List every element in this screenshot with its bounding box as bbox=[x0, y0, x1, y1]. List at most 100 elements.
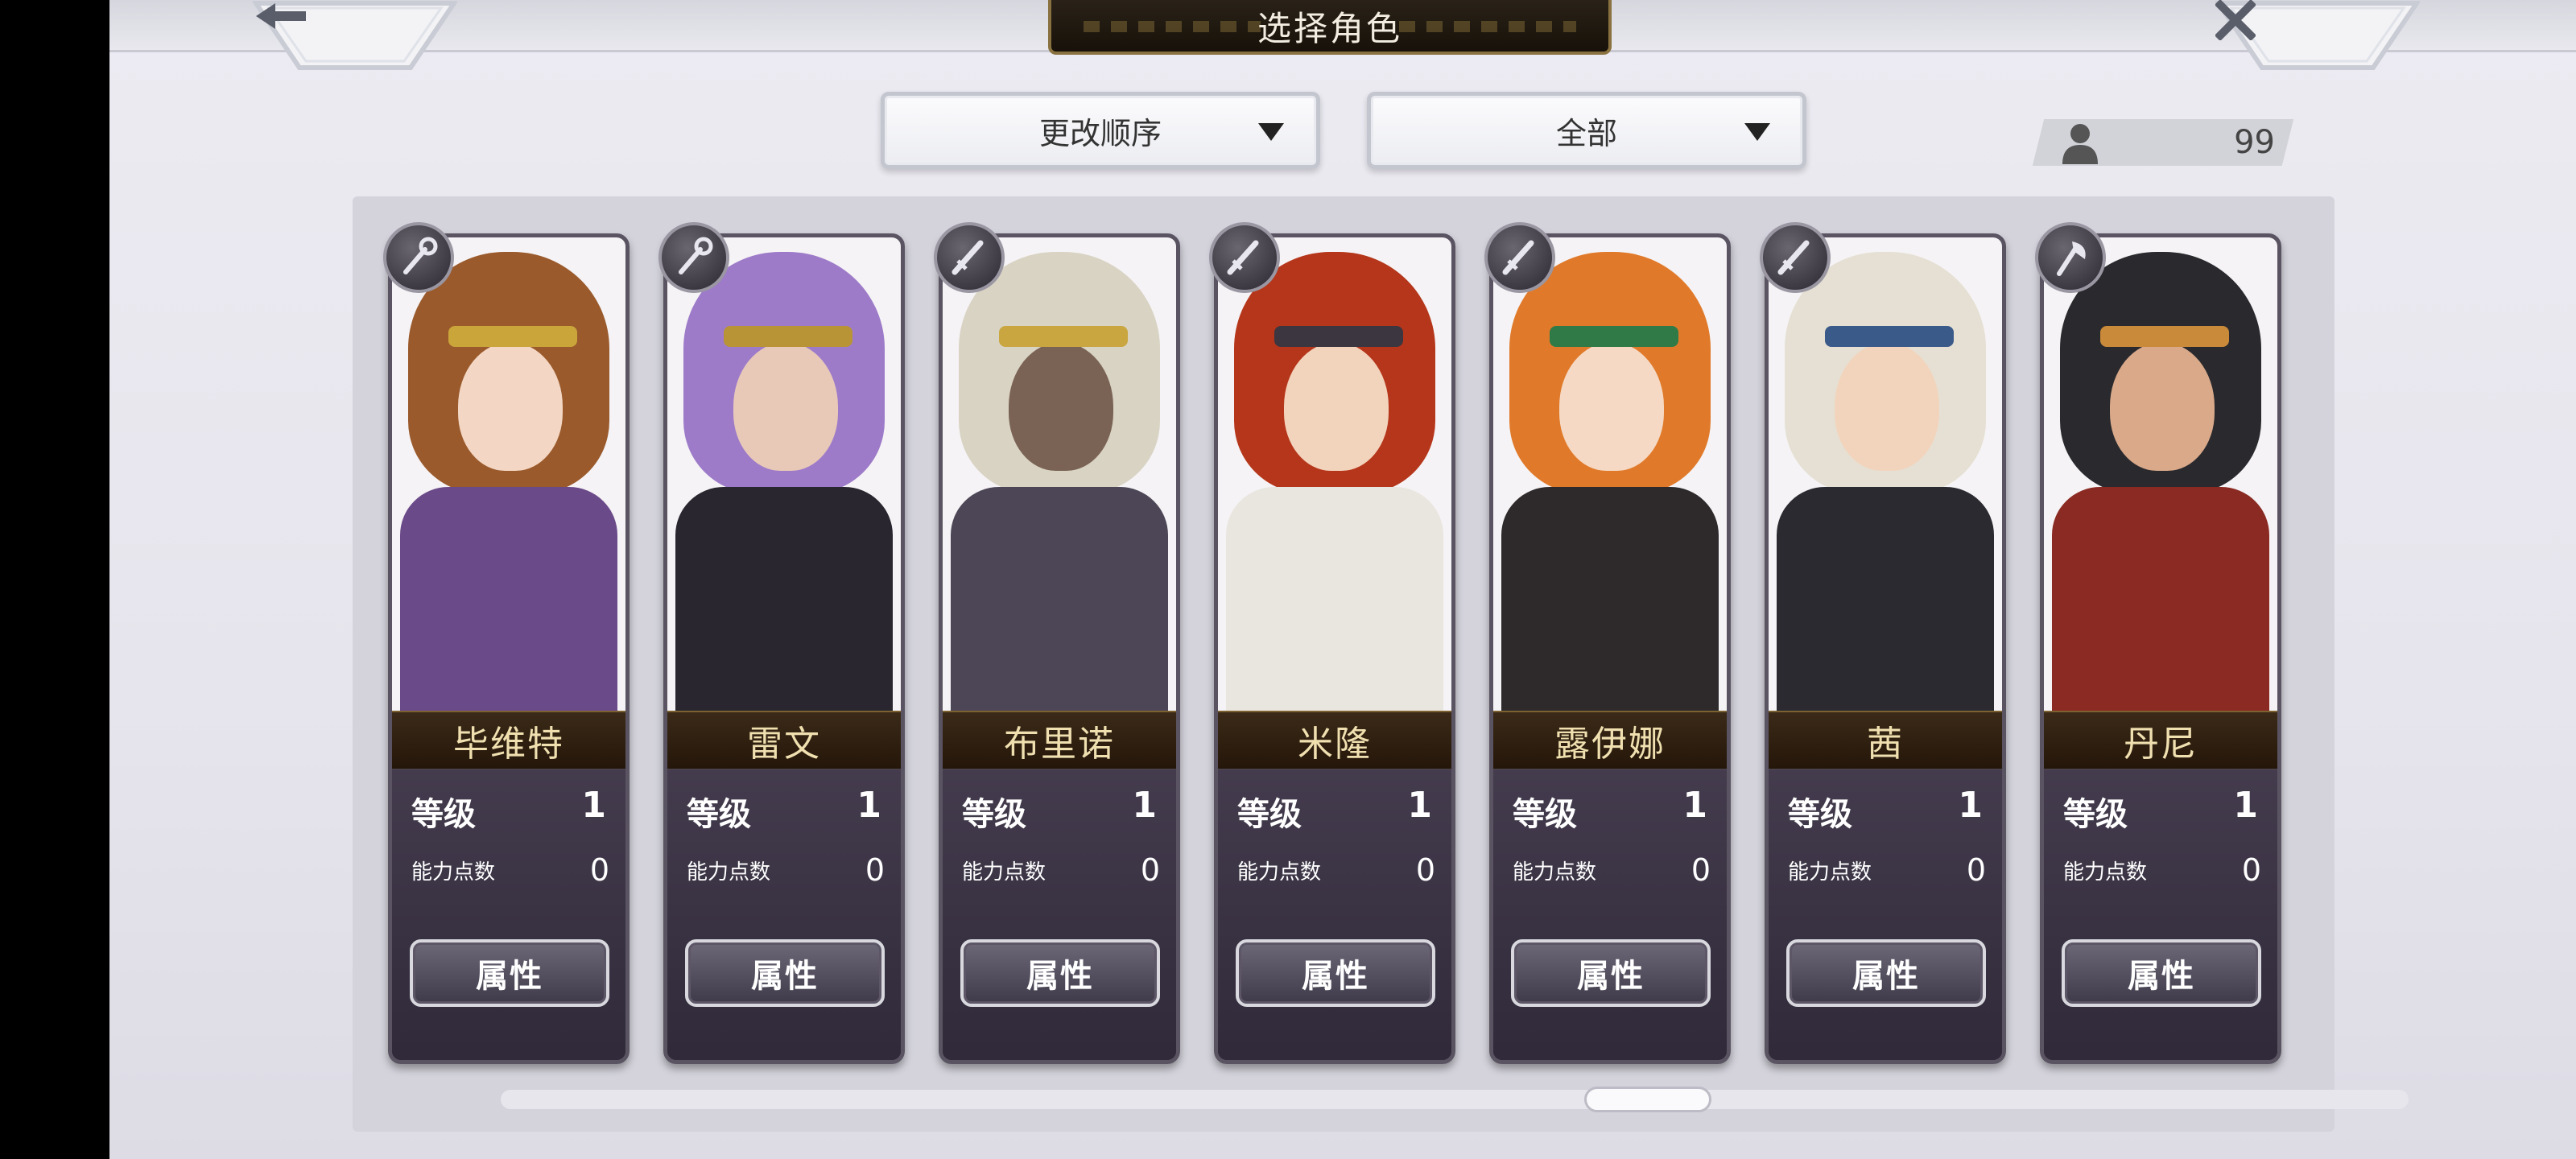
portrait-accessory bbox=[2100, 326, 2229, 347]
level-label: 等级 bbox=[1513, 796, 1577, 833]
level-value: 1 bbox=[581, 785, 606, 826]
portrait-face bbox=[1284, 342, 1389, 471]
attributes-button-label: 属性 bbox=[1577, 958, 1645, 995]
portrait-accessory bbox=[724, 326, 852, 347]
character-portrait bbox=[1769, 237, 2002, 711]
character-card[interactable]: 丹尼 等级 1 能力点数 0 属性 bbox=[2040, 233, 2281, 1064]
back-button[interactable] bbox=[253, 0, 457, 71]
page-title: 选择角色 bbox=[1257, 8, 1402, 48]
attributes-button[interactable]: 属性 bbox=[2062, 939, 2261, 1007]
attributes-button-label: 属性 bbox=[476, 958, 543, 995]
ability-points-label: 能力点数 bbox=[411, 860, 496, 885]
portrait-body bbox=[675, 487, 893, 711]
character-stats: 等级 1 能力点数 0 属性 bbox=[1493, 769, 1727, 1060]
attributes-button-label: 属性 bbox=[1302, 958, 1369, 995]
portrait-face bbox=[458, 342, 563, 471]
character-name-bar: 雷文 bbox=[667, 711, 901, 770]
character-card[interactable]: 雷文 等级 1 能力点数 0 属性 bbox=[663, 233, 905, 1064]
horizontal-scrollbar[interactable] bbox=[501, 1090, 2409, 1109]
portrait-accessory bbox=[999, 326, 1128, 347]
attributes-button[interactable]: 属性 bbox=[685, 939, 885, 1007]
character-name: 露伊娜 bbox=[1554, 724, 1666, 765]
character-stats: 等级 1 能力点数 0 属性 bbox=[667, 769, 901, 1060]
axe-icon bbox=[2035, 222, 2106, 293]
level-label: 等级 bbox=[687, 796, 751, 833]
character-card[interactable]: 布里诺 等级 1 能力点数 0 属性 bbox=[939, 233, 1180, 1064]
attributes-button-label: 属性 bbox=[2128, 958, 2195, 995]
close-icon bbox=[2215, 0, 2420, 71]
portrait-accessory bbox=[448, 326, 577, 347]
character-name-bar: 毕维特 bbox=[392, 711, 625, 770]
character-select-screen: 选择角色 更改顺序 全部 99 毕维特 等级 1 能力点数 0 属性 雷文 等级… bbox=[109, 0, 2576, 1159]
portrait-face bbox=[1559, 342, 1664, 471]
ability-points-value: 0 bbox=[865, 852, 885, 888]
banner-ornament bbox=[1084, 21, 1261, 32]
character-name-bar: 布里诺 bbox=[943, 711, 1176, 770]
sort-order-dropdown[interactable]: 更改顺序 bbox=[881, 92, 1320, 169]
character-name-bar: 丹尼 bbox=[2044, 711, 2277, 770]
attributes-button[interactable]: 属性 bbox=[1236, 939, 1435, 1007]
portrait-body bbox=[2052, 487, 2269, 711]
portrait-accessory bbox=[1274, 326, 1403, 347]
character-card[interactable]: 米隆 等级 1 能力点数 0 属性 bbox=[1214, 233, 1455, 1064]
character-stats: 等级 1 能力点数 0 属性 bbox=[943, 769, 1176, 1060]
ability-points-value: 0 bbox=[1415, 852, 1435, 888]
character-name-bar: 露伊娜 bbox=[1493, 711, 1727, 770]
staff-icon bbox=[658, 222, 729, 293]
attributes-button-label: 属性 bbox=[1026, 958, 1094, 995]
portrait-body bbox=[1501, 487, 1719, 711]
ability-points-label: 能力点数 bbox=[687, 860, 771, 885]
person-icon bbox=[2056, 121, 2104, 166]
ability-points-value: 0 bbox=[589, 852, 609, 888]
portrait-face bbox=[1009, 342, 1113, 471]
level-value: 1 bbox=[1682, 785, 1707, 826]
character-card[interactable]: 露伊娜 等级 1 能力点数 0 属性 bbox=[1489, 233, 1731, 1064]
attributes-button[interactable]: 属性 bbox=[960, 939, 1160, 1007]
title-banner: 选择角色 bbox=[1048, 0, 1612, 55]
character-portrait bbox=[943, 237, 1176, 711]
character-portrait bbox=[667, 237, 901, 711]
character-portrait bbox=[392, 237, 625, 711]
character-name: 布里诺 bbox=[1004, 724, 1115, 765]
category-filter-label: 全部 bbox=[1555, 115, 1617, 151]
portrait-body bbox=[1226, 487, 1443, 711]
level-value: 1 bbox=[857, 785, 881, 826]
category-filter-dropdown[interactable]: 全部 bbox=[1367, 92, 1806, 169]
character-stats: 等级 1 能力点数 0 属性 bbox=[392, 769, 625, 1060]
level-value: 1 bbox=[2233, 785, 2258, 826]
banner-ornament bbox=[1399, 21, 1576, 32]
close-button[interactable] bbox=[2215, 0, 2420, 71]
attributes-button[interactable]: 属性 bbox=[410, 939, 609, 1007]
character-card[interactable]: 毕维特 等级 1 能力点数 0 属性 bbox=[388, 233, 630, 1064]
ability-points-value: 0 bbox=[1690, 852, 1711, 888]
portrait-accessory bbox=[1825, 326, 1954, 347]
staff-icon bbox=[383, 222, 454, 293]
ability-points-label: 能力点数 bbox=[1788, 860, 1872, 885]
level-value: 1 bbox=[1407, 785, 1432, 826]
character-name: 丹尼 bbox=[2124, 724, 2198, 765]
character-name-bar: 米隆 bbox=[1218, 711, 1451, 770]
portrait-face bbox=[733, 342, 838, 471]
ability-points-label: 能力点数 bbox=[1513, 860, 1597, 885]
sword-icon bbox=[1209, 222, 1280, 293]
level-value: 1 bbox=[1958, 785, 1983, 826]
roster-count: 99 bbox=[2234, 124, 2275, 161]
attributes-button[interactable]: 属性 bbox=[1511, 939, 1711, 1007]
portrait-accessory bbox=[1550, 326, 1678, 347]
character-portrait bbox=[1218, 237, 1451, 711]
level-label: 等级 bbox=[2063, 796, 2128, 833]
portrait-face bbox=[1835, 342, 1939, 471]
arrow-left-icon bbox=[253, 0, 457, 71]
character-stats: 等级 1 能力点数 0 属性 bbox=[1218, 769, 1451, 1060]
scrollbar-thumb[interactable] bbox=[1584, 1087, 1711, 1112]
character-name: 雷文 bbox=[747, 724, 821, 765]
character-card[interactable]: 茜 等级 1 能力点数 0 属性 bbox=[1765, 233, 2006, 1064]
ability-points-value: 0 bbox=[2241, 852, 2261, 888]
ability-points-value: 0 bbox=[1140, 852, 1160, 888]
attributes-button[interactable]: 属性 bbox=[1786, 939, 1986, 1007]
character-portrait bbox=[1493, 237, 1727, 711]
level-label: 等级 bbox=[411, 796, 476, 833]
sword-icon bbox=[934, 222, 1005, 293]
level-label: 等级 bbox=[1237, 796, 1302, 833]
character-name: 茜 bbox=[1867, 724, 1904, 765]
